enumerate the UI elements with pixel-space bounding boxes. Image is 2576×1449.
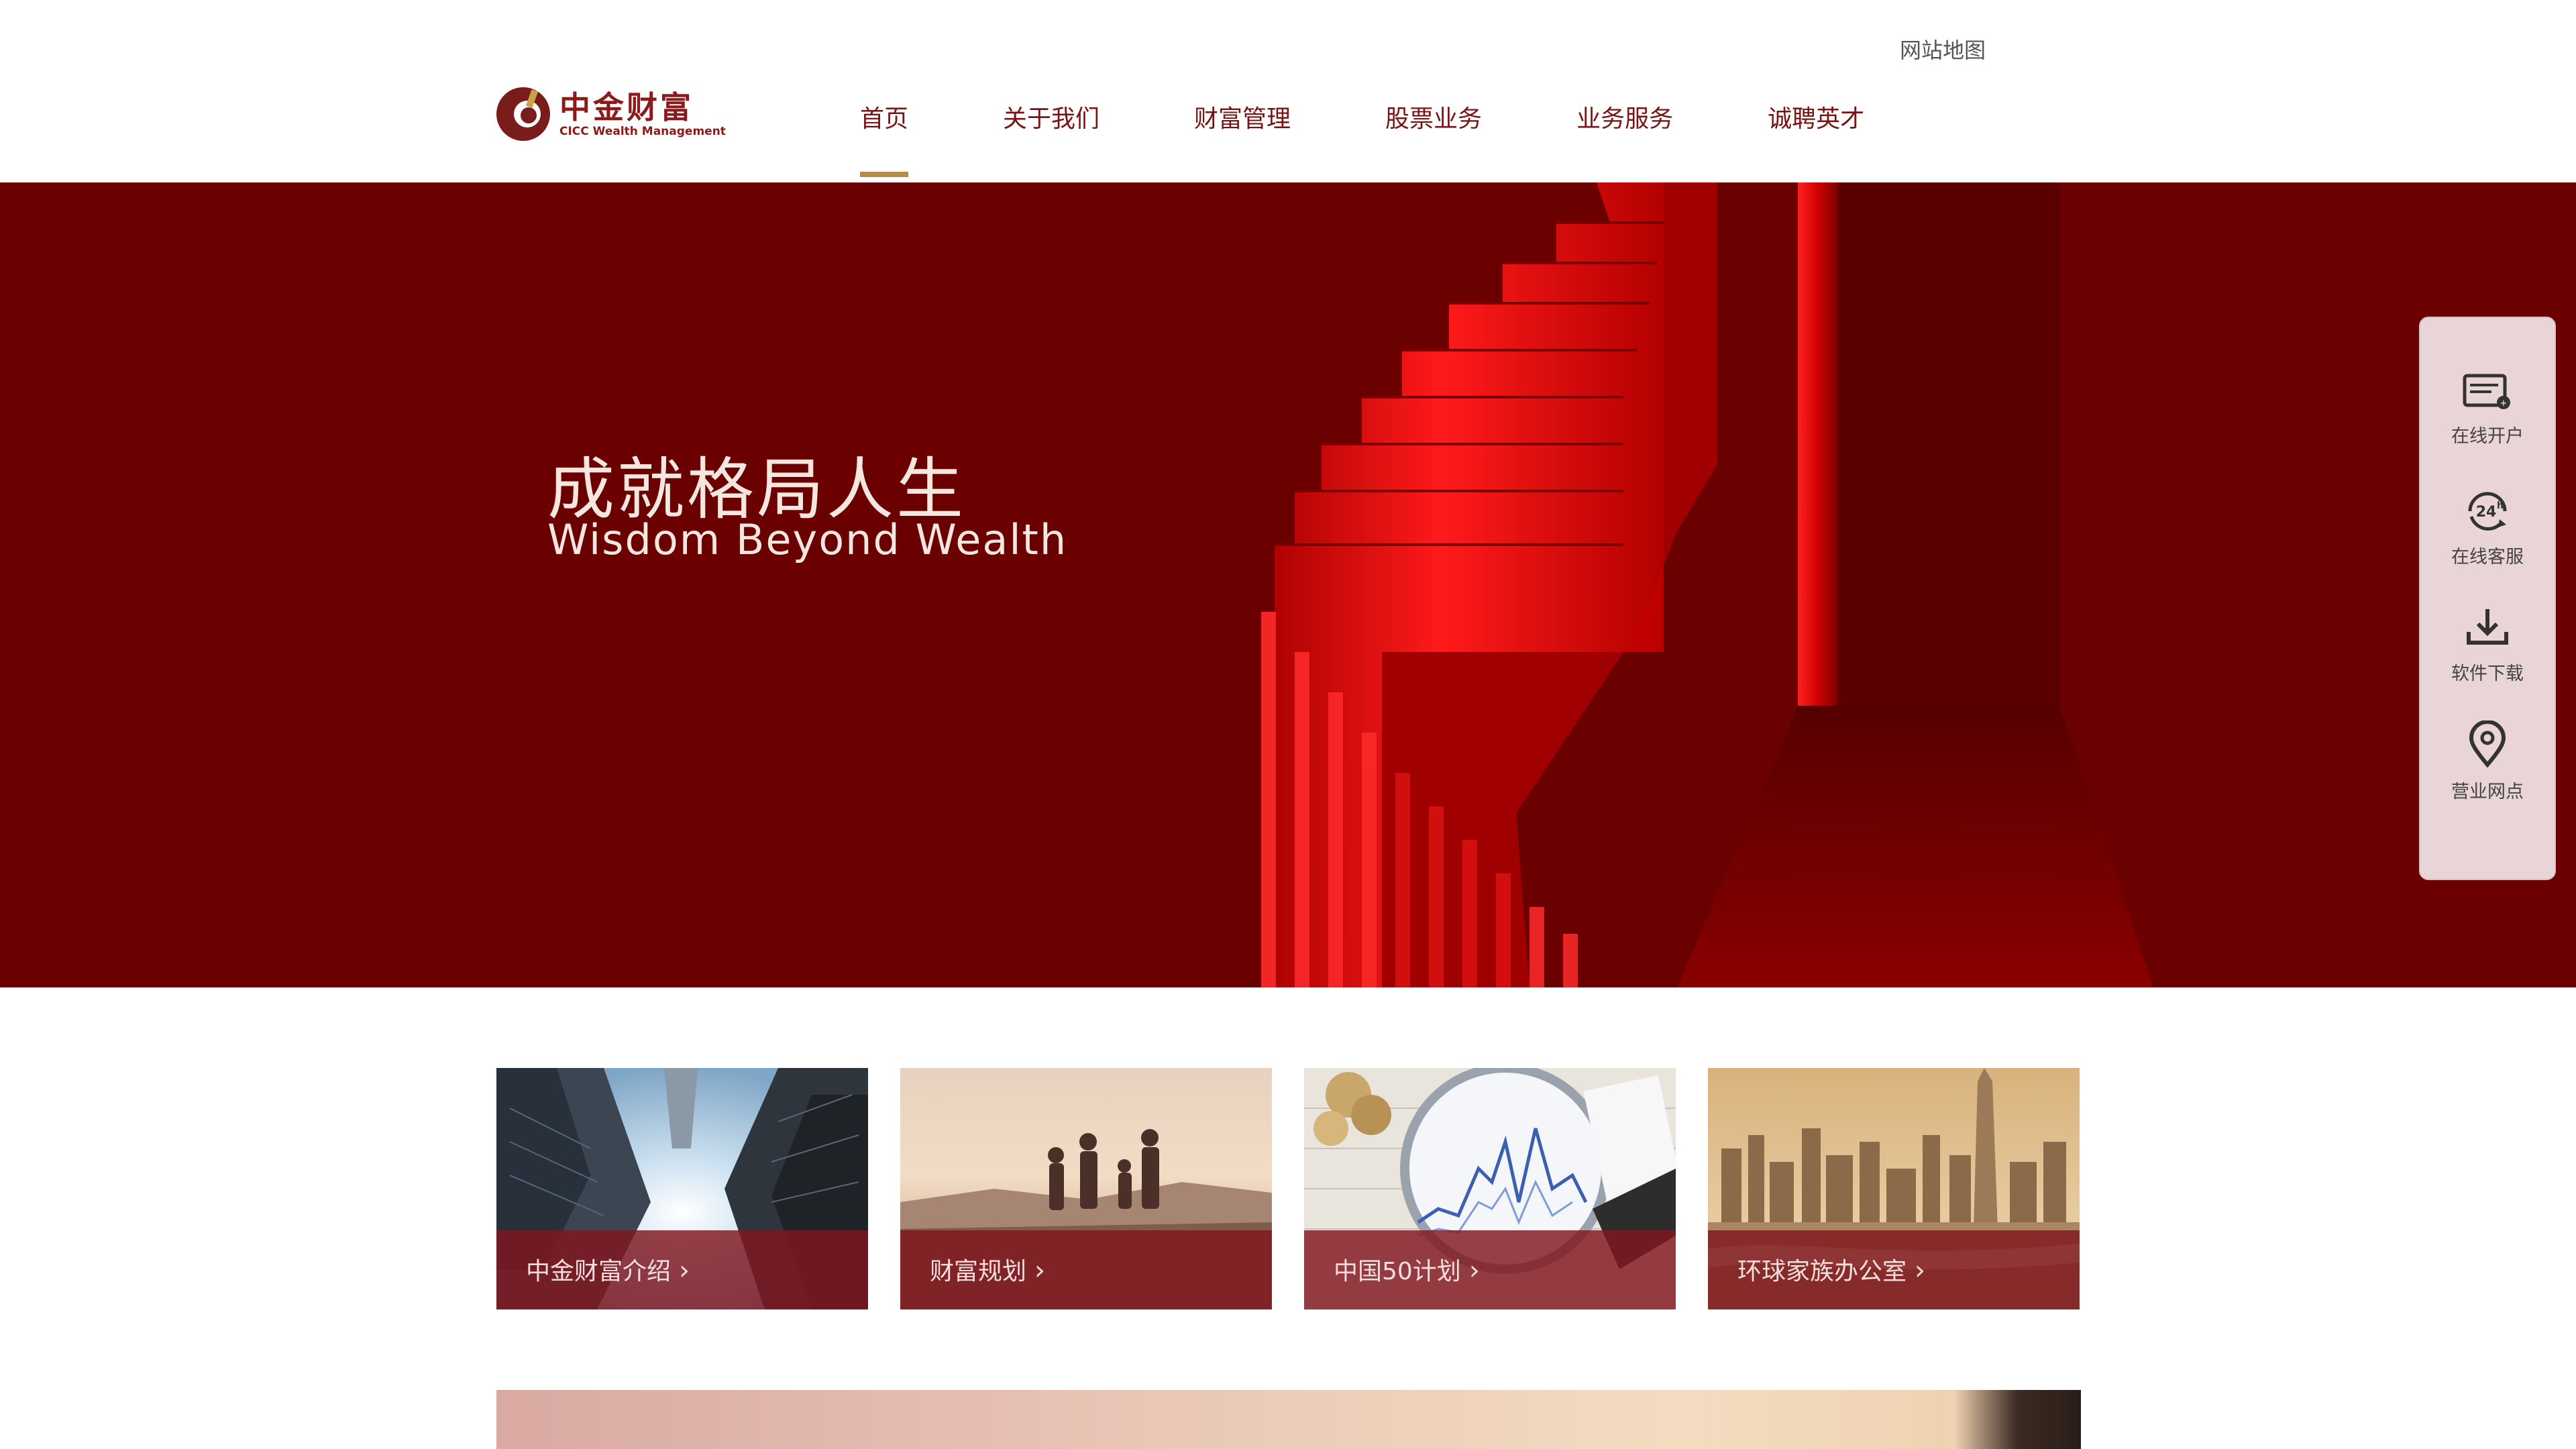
account-card-icon: + xyxy=(2463,374,2510,409)
logo-mark-icon xyxy=(496,87,550,141)
site-header: 网站地图 中金财富 CICC Wealth Management 首页 关于我们… xyxy=(0,0,2576,182)
card-caption: 环球家族办公室 › xyxy=(1708,1230,2080,1309)
main-nav: 首页 关于我们 财富管理 股票业务 业务服务 诚聘英才 xyxy=(860,99,1864,177)
location-pin-icon xyxy=(2469,720,2506,767)
card-global-family-office[interactable]: 环球家族办公室 › xyxy=(1708,1068,2080,1309)
chevron-right-icon: › xyxy=(1034,1255,1046,1286)
quick-link-label: 软件下载 xyxy=(2451,663,2524,684)
card-label: 中金财富介绍 xyxy=(526,1258,672,1285)
card-label: 环球家族办公室 xyxy=(1737,1258,1907,1285)
card-label: 财富规划 xyxy=(930,1258,1027,1285)
svg-text:24: 24 xyxy=(2476,504,2497,521)
card-wealth-planning[interactable]: 财富规划 › xyxy=(900,1068,1272,1309)
card-china-50-plan[interactable]: 中国50计划 › xyxy=(1304,1068,1676,1309)
nav-item-stock-business[interactable]: 股票业务 xyxy=(1385,99,1482,134)
logo-chinese-name: 中金财富 xyxy=(559,89,694,125)
sitemap-link[interactable]: 网站地图 xyxy=(1900,34,1986,64)
svg-text:h: h xyxy=(2497,500,2504,511)
quick-link-branch-locations[interactable]: 营业网点 xyxy=(2420,720,2555,821)
logo-english-name: CICC Wealth Management xyxy=(559,125,726,138)
svg-text:+: + xyxy=(2500,398,2508,409)
chevron-right-icon: › xyxy=(1915,1255,1926,1286)
card-caption: 财富规划 › xyxy=(900,1230,1272,1309)
hero-banner[interactable]: 成就格局人生 Wisdom Beyond Wealth xyxy=(0,182,2576,987)
floating-quick-links: + 在线开户 24 h 在线客服 软件下载 营业网点 xyxy=(2419,317,2556,880)
chevron-right-icon: › xyxy=(679,1255,690,1286)
download-icon xyxy=(2467,609,2508,645)
quick-link-label: 在线开户 xyxy=(2451,426,2524,447)
logo[interactable]: 中金财富 CICC Wealth Management xyxy=(496,86,726,142)
card-cicc-wealth-intro[interactable]: 中金财富介绍 › xyxy=(496,1068,868,1309)
red-staircase-art xyxy=(1261,182,2153,987)
card-label: 中国50计划 xyxy=(1334,1258,1461,1285)
quick-link-label: 在线客服 xyxy=(2451,547,2524,568)
card-caption: 中金财富介绍 › xyxy=(496,1230,868,1309)
quick-link-online-service[interactable]: 24 h 在线客服 xyxy=(2420,488,2555,589)
logo-text: 中金财富 CICC Wealth Management xyxy=(559,90,726,138)
24h-service-icon: 24 h xyxy=(2468,492,2507,531)
quick-link-software-download[interactable]: 软件下载 xyxy=(2420,605,2555,706)
nav-item-business-services[interactable]: 业务服务 xyxy=(1576,99,1673,134)
nav-item-home[interactable]: 首页 xyxy=(860,99,909,177)
nav-item-about-us[interactable]: 关于我们 xyxy=(1003,99,1099,134)
quick-link-online-account[interactable]: + 在线开户 xyxy=(2420,372,2555,472)
nav-item-wealth-management[interactable]: 财富管理 xyxy=(1194,99,1291,134)
nav-item-careers[interactable]: 诚聘英才 xyxy=(1768,99,1864,134)
card-caption: 中国50计划 › xyxy=(1304,1230,1676,1309)
feature-cards: 中金财富介绍 › 财富规划 › 中国50计划 › 环球家族办公室 › xyxy=(496,1068,2080,1309)
banner-subtitle: Wisdom Beyond Wealth xyxy=(547,515,1068,564)
bottom-banner-image xyxy=(496,1390,2081,1449)
quick-link-label: 营业网点 xyxy=(2451,782,2524,802)
chevron-right-icon: › xyxy=(1468,1255,1480,1286)
